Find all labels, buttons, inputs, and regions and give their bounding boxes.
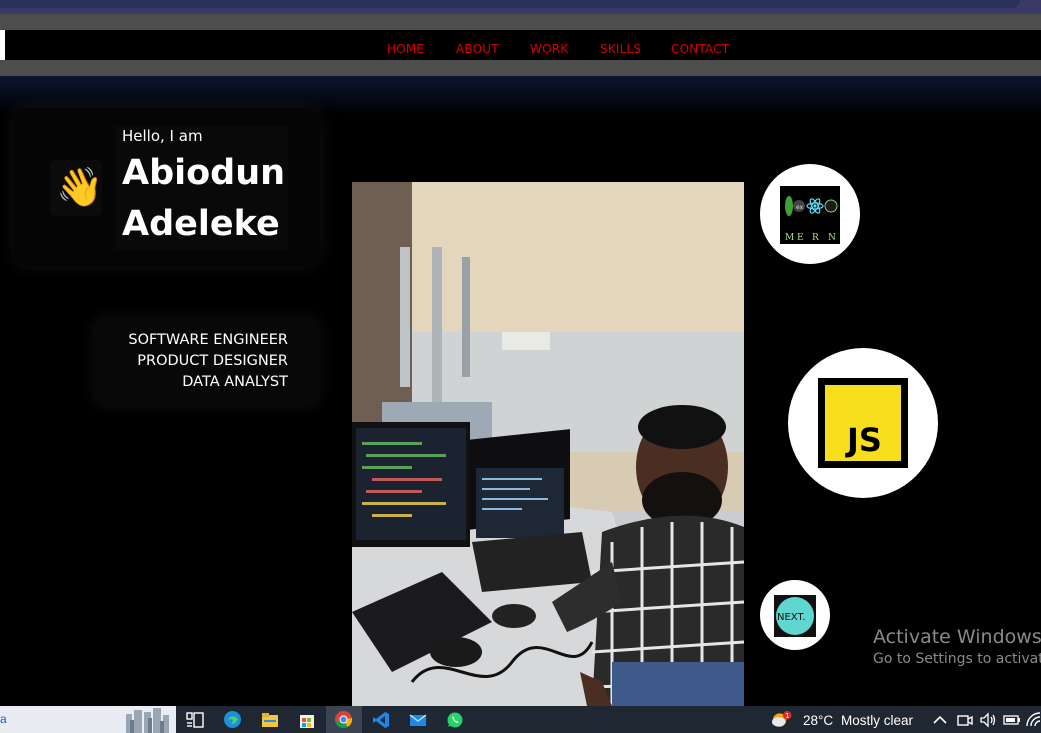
chrome-icon[interactable] — [333, 709, 354, 730]
profile-photo-illustration — [352, 182, 744, 706]
role-data-analyst: DATA ANALYST — [182, 374, 288, 390]
svg-text:ex: ex — [796, 204, 804, 211]
search-highlight-icon — [126, 708, 169, 733]
store-icon[interactable] — [296, 709, 317, 730]
browser-tab-bar — [0, 0, 1020, 8]
nav-skills-link[interactable]: SKILLS — [600, 42, 641, 56]
nextjs-icon: NEXT. — [774, 595, 816, 637]
chevron-up-icon[interactable] — [929, 709, 950, 730]
profile-photo — [352, 182, 744, 706]
task-view-icon[interactable] — [184, 709, 205, 730]
activate-windows-title: Activate Windows — [873, 626, 1041, 648]
nav-home-link[interactable]: HOME — [387, 42, 424, 56]
meet-now-icon[interactable] — [954, 709, 975, 730]
temperature-text[interactable]: 28°C — [803, 713, 833, 728]
volume-icon[interactable] — [977, 709, 998, 730]
vscode-icon[interactable] — [370, 709, 391, 730]
first-name: Abiodun — [122, 153, 286, 193]
weather-badge: 1 — [785, 712, 789, 720]
next-label: NEXT. — [777, 612, 806, 623]
file-explorer-icon[interactable] — [259, 709, 280, 730]
search-text: a — [0, 712, 7, 726]
javascript-badge: JS — [788, 348, 938, 498]
nav-work-link[interactable]: WORK — [530, 42, 568, 56]
browser-gray-bar — [0, 14, 1041, 30]
mern-letter-r: R — [812, 233, 819, 243]
mern-letter-m: M — [785, 233, 794, 243]
nextjs-badge: NEXT. — [760, 580, 830, 650]
javascript-icon: JS — [818, 378, 908, 468]
greeting-text: Hello, I am — [122, 127, 203, 145]
taskbar-search-box[interactable] — [0, 706, 176, 733]
nav-contact-link[interactable]: CONTACT — [671, 42, 729, 56]
edge-icon[interactable] — [222, 709, 243, 730]
battery-icon[interactable] — [1001, 709, 1022, 730]
nav-bottom-bar — [0, 60, 1041, 76]
activate-windows-subtitle: Go to Settings to activate — [873, 651, 1041, 667]
mail-icon[interactable] — [407, 709, 428, 730]
mern-stack-badge: ex M E R N — [760, 164, 860, 264]
nav-accent — [0, 30, 5, 60]
browser-top-strip — [0, 0, 1041, 14]
weather-icon[interactable]: 1 — [771, 709, 792, 730]
last-name: Adeleke — [122, 204, 280, 244]
mern-letter-e: E — [797, 233, 804, 243]
site-navbar — [0, 30, 1041, 61]
role-product-designer: PRODUCT DESIGNER — [137, 353, 288, 369]
nav-about-link[interactable]: ABOUT — [456, 42, 499, 56]
wifi-icon[interactable] — [1024, 709, 1041, 730]
mern-stack-icon: ex M E R N — [780, 186, 840, 244]
mern-letter-n: N — [828, 233, 836, 243]
waving-hand-icon: 👋 — [56, 167, 104, 209]
weather-text[interactable]: Mostly clear — [841, 713, 913, 728]
whatsapp-icon[interactable] — [444, 709, 465, 730]
role-software-engineer: SOFTWARE ENGINEER — [128, 332, 288, 348]
js-label: JS — [845, 421, 882, 459]
